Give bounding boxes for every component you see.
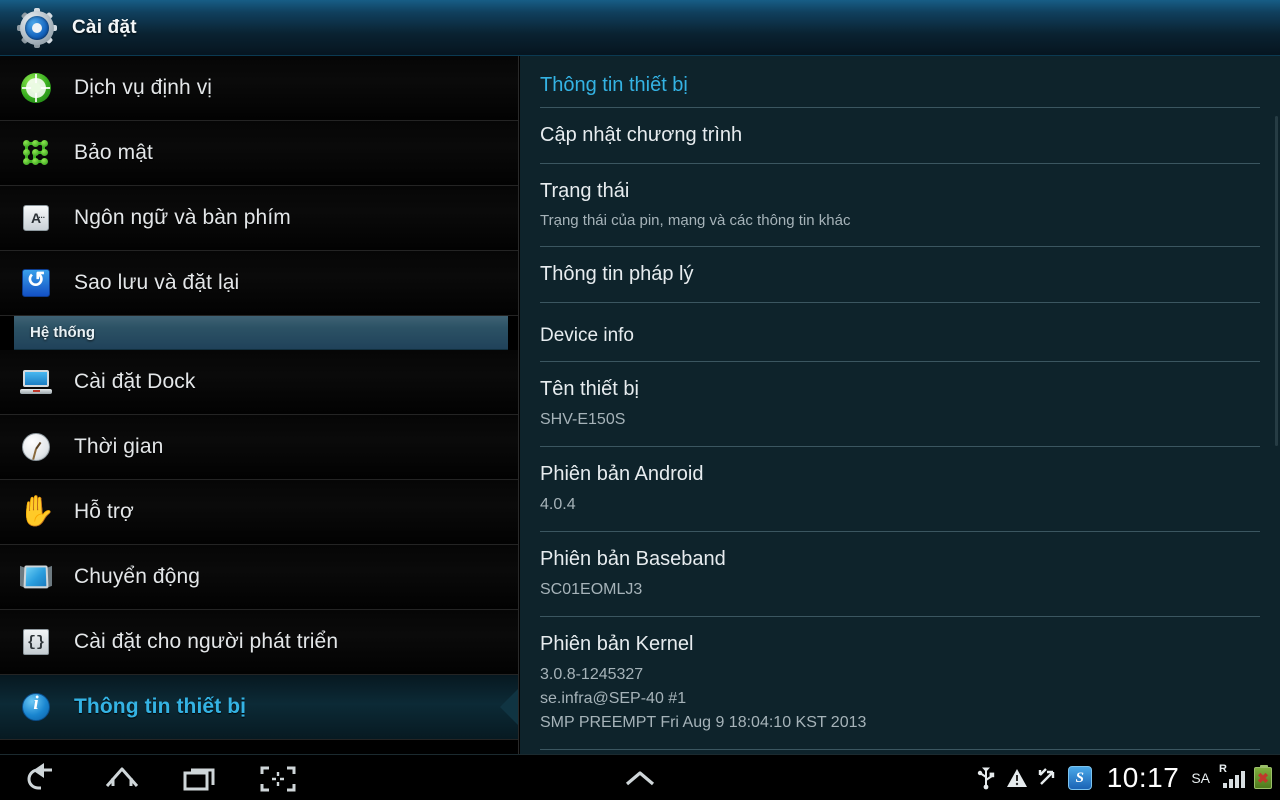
row-title: Phiên bản Baseband: [540, 547, 726, 570]
row-subtitle: Trạng thái của pin, mạng và các thông ti…: [540, 212, 851, 229]
app-title: Cài đặt: [72, 16, 137, 38]
sidebar-item-date-time[interactable]: Thời gian: [0, 415, 518, 480]
content-scrollbar[interactable]: [1275, 116, 1278, 446]
panel-title: Thông tin thiết bị: [540, 56, 1260, 108]
sidebar-item-motion[interactable]: Chuyển động: [0, 545, 518, 610]
clock-icon: [18, 429, 54, 465]
sidebar-item-label: Cài đặt cho người phát triển: [74, 630, 339, 653]
list-item-android-version[interactable]: Phiên bản Android 4.0.4: [540, 447, 1260, 532]
selected-pointer-icon: [500, 688, 518, 726]
sidebar-item-developer-options[interactable]: {} Cài đặt cho người phát triển: [0, 610, 518, 675]
backup-restore-icon: [18, 265, 54, 301]
settings-gear-icon: [17, 7, 57, 48]
row-value: 4.0.4: [540, 495, 576, 513]
hand-icon: ✋: [18, 495, 56, 528]
sidebar-item-label: Dịch vụ định vị: [74, 76, 213, 99]
about-device-panel[interactable]: Thông tin thiết bị Cập nhật chương trình…: [520, 56, 1280, 754]
list-item-baseband-version[interactable]: Phiên bản Baseband SC01EOMLJ3: [540, 532, 1260, 617]
sidebar-item-label: Ngôn ngữ và bàn phím: [74, 206, 291, 229]
motion-tablet-icon: [18, 559, 54, 595]
sidebar-item-label: Chuyển động: [74, 565, 201, 588]
skype-app-icon[interactable]: S: [1067, 765, 1092, 790]
list-item-kernel-version[interactable]: Phiên bản Kernel 3.0.8-1245327 se.infra@…: [540, 617, 1260, 750]
sidebar-item-label: Hỗ trợ: [74, 500, 134, 523]
row-value: SC01EOMLJ3: [540, 580, 643, 598]
title-bar: Cài đặt: [0, 0, 1280, 56]
sidebar-item-security[interactable]: Bảo mật: [0, 121, 518, 186]
roaming-label: R: [1219, 762, 1227, 775]
row-title: Trạng thái: [540, 180, 630, 202]
location-icon: [18, 70, 54, 106]
sync-arrows-icon: [1037, 766, 1059, 790]
row-value: SHV-E150S: [540, 410, 626, 428]
sidebar-item-location[interactable]: Dịch vụ định vị: [0, 56, 518, 121]
dock-icon: [18, 364, 54, 400]
pattern-lock-icon: [18, 135, 54, 171]
sidebar-item-about-device[interactable]: Thông tin thiết bị: [0, 675, 518, 740]
row-title: Cập nhật chương trình: [540, 124, 743, 146]
sidebar-item-accessibility[interactable]: ✋ Hỗ trợ: [0, 480, 518, 545]
list-item-software-update[interactable]: Cập nhật chương trình: [540, 108, 1260, 164]
warning-icon: [1006, 766, 1028, 790]
status-clock: 10:17: [1106, 761, 1180, 793]
system-navigation-bar[interactable]: S 10:17 SA R: [0, 754, 1280, 800]
list-item-status[interactable]: Trạng thái Trạng thái của pin, mạng và c…: [540, 164, 1260, 247]
sidebar-item-backup-reset[interactable]: Sao lưu và đặt lại: [0, 251, 518, 316]
row-value: 3.0.8-1245327 se.infra@SEP-40 #1 SMP PRE…: [540, 665, 867, 731]
screenshot-icon[interactable]: [256, 761, 300, 795]
battery-error-icon: [1254, 764, 1272, 789]
signal-bars-icon: R: [1219, 762, 1245, 790]
keyboard-key-icon: A...: [18, 200, 54, 236]
sidebar-item-label: Cài đặt Dock: [74, 370, 196, 393]
row-title: Thông tin pháp lý: [540, 262, 694, 285]
sidebar-item-label: Bảo mật: [74, 141, 153, 164]
sidebar-item-label: Thời gian: [74, 435, 164, 458]
status-ampm: SA: [1191, 769, 1210, 786]
list-item-legal-info[interactable]: Thông tin pháp lý: [540, 247, 1260, 303]
status-area[interactable]: S 10:17 SA R: [975, 761, 1272, 793]
section-header-device-info: Device info: [540, 303, 1260, 362]
recents-icon[interactable]: [178, 761, 222, 795]
row-title: Phiên bản Android: [540, 462, 704, 485]
sidebar-item-label: Thông tin thiết bị: [74, 695, 247, 718]
info-icon: [18, 689, 54, 725]
usb-icon: [975, 766, 997, 790]
sidebar-item-language-input[interactable]: A... Ngôn ngữ và bàn phím: [0, 186, 518, 251]
sidebar-section-system: Hệ thống: [14, 316, 508, 350]
settings-screen: Cài đặt Dịch vụ định vị Bảo mật A ... Ng…: [0, 0, 1280, 800]
home-icon[interactable]: [100, 761, 144, 795]
sidebar-item-label: Sao lưu và đặt lại: [74, 271, 240, 294]
list-item-device-name[interactable]: Tên thiết bị SHV-E150S: [540, 362, 1260, 447]
settings-sidebar[interactable]: Dịch vụ định vị Bảo mật A ... Ngôn ngữ v…: [0, 56, 519, 754]
braces-icon: {}: [18, 624, 54, 660]
row-title: Tên thiết bị: [540, 377, 639, 400]
sidebar-item-dock[interactable]: Cài đặt Dock: [0, 350, 518, 415]
back-icon[interactable]: [22, 761, 66, 795]
row-title: Phiên bản Kernel: [540, 632, 694, 655]
